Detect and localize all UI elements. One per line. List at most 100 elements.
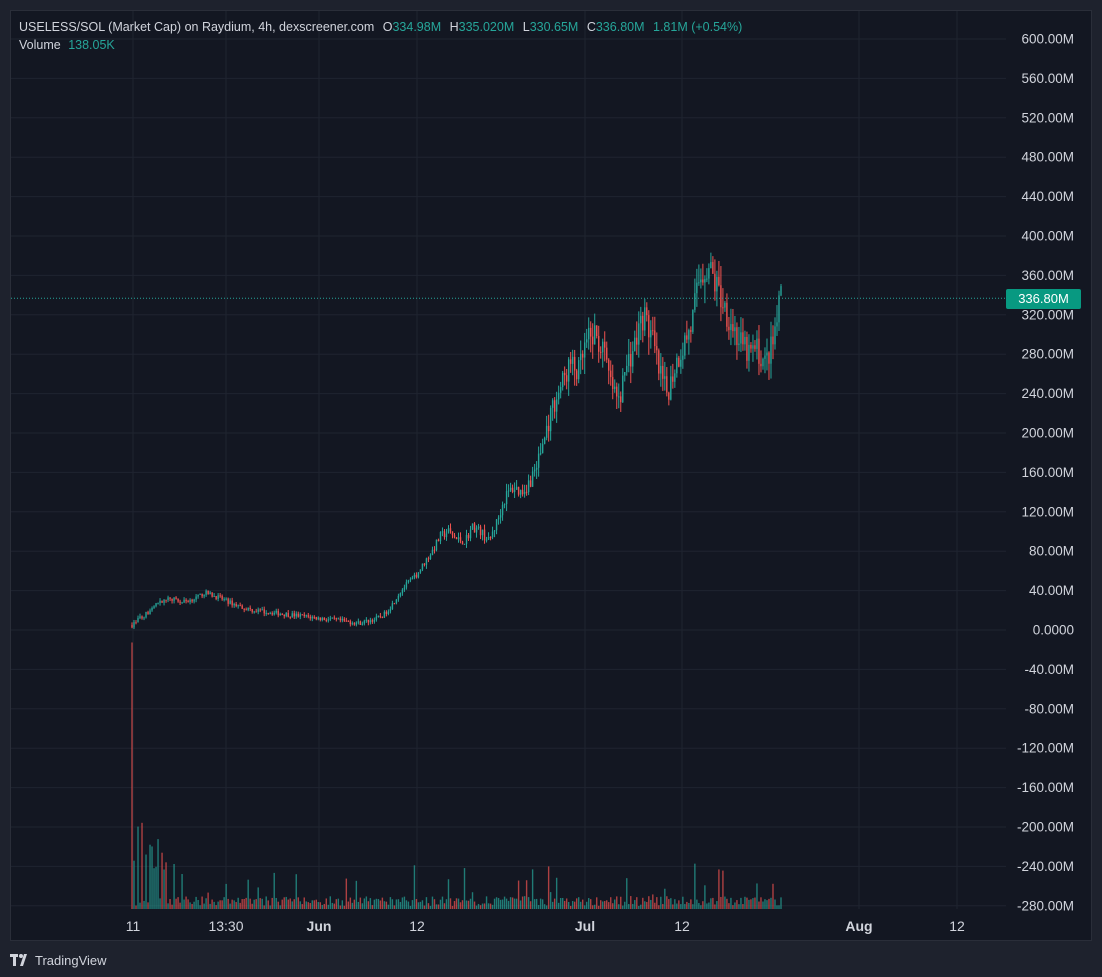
- candle-body: [353, 623, 356, 625]
- volume-bar: [626, 878, 628, 909]
- volume-bar: [527, 897, 530, 909]
- volume-bar: [283, 897, 285, 909]
- candle-body: [734, 327, 736, 332]
- volume-bar: [331, 902, 334, 909]
- candle-body: [704, 279, 706, 283]
- candle-body: [325, 619, 327, 621]
- volume-bar: [317, 902, 319, 909]
- y-tick-label: 240.00M: [1021, 386, 1074, 401]
- candle-body: [583, 342, 586, 358]
- candle-body: [185, 599, 187, 602]
- volume-bar: [612, 903, 614, 909]
- candle-body: [485, 539, 488, 541]
- y-tick-label: 160.00M: [1021, 465, 1074, 480]
- volume-bar: [453, 901, 456, 909]
- price-axis[interactable]: 600.00M 560.00M 520.00M 480.00M 440.00M 400.0…: [1017, 32, 1074, 914]
- high-label: H: [449, 20, 459, 34]
- volume-bar: [337, 898, 340, 909]
- volume-bar: [423, 905, 426, 909]
- volume-bar: [722, 870, 724, 909]
- y-tick-label: -80.00M: [1024, 701, 1074, 716]
- volume-bar: [738, 904, 740, 909]
- candle-body: [381, 616, 384, 618]
- volume-bar: [758, 901, 760, 909]
- candle-body: [614, 386, 616, 389]
- volume-bar: [762, 901, 764, 909]
- volume-bar: [610, 897, 612, 909]
- candle-body: [752, 345, 754, 349]
- candle-body: [305, 615, 307, 617]
- candle-body: [215, 595, 217, 599]
- chart-canvas[interactable]: 600.00M 560.00M 520.00M 480.00M 440.00M 400.0…: [11, 11, 1091, 940]
- candle-body: [624, 372, 626, 376]
- x-tick-label: Jul: [575, 918, 595, 934]
- candle-body: [656, 346, 658, 351]
- candle-body: [684, 335, 686, 356]
- volume-bar: [471, 892, 474, 909]
- candle-body: [738, 343, 740, 345]
- volume-bar: [754, 897, 756, 909]
- candle-body: [746, 336, 748, 361]
- volume-bar: [441, 896, 444, 909]
- volume-bar: [413, 865, 416, 909]
- volume-bar: [209, 903, 211, 909]
- volume-bar: [676, 903, 678, 909]
- y-tick-label: -40.00M: [1024, 662, 1074, 677]
- chart-frame[interactable]: 600.00M 560.00M 520.00M 480.00M 440.00M 400.0…: [10, 10, 1092, 941]
- volume-bar: [646, 901, 648, 909]
- candle-body: [279, 614, 281, 616]
- volume-bar: [682, 896, 684, 909]
- candle-body: [770, 336, 772, 364]
- volume-bar: [281, 899, 283, 909]
- candle-body: [668, 392, 670, 400]
- candle-body: [567, 359, 570, 382]
- volume-bar: [503, 896, 506, 909]
- x-tick-label: 13:30: [208, 918, 243, 934]
- volume-bar: [734, 902, 736, 909]
- time-axis[interactable]: 11 13:30 Jun 12 Jul 12 Aug 12: [126, 918, 965, 934]
- y-tick-label: 560.00M: [1021, 71, 1074, 86]
- candle-body: [297, 613, 299, 617]
- tradingview-attribution[interactable]: TradingView: [10, 950, 107, 970]
- volume-bar: [183, 899, 185, 909]
- volume-bar: [644, 901, 646, 909]
- candle-body: [327, 619, 330, 621]
- candle-body: [351, 623, 354, 625]
- volume-bar: [457, 898, 460, 909]
- volume-bar: [187, 899, 189, 909]
- volume-bar: [772, 883, 774, 909]
- candle-body: [638, 323, 640, 345]
- candle-body: [531, 471, 534, 487]
- candle-body: [385, 611, 388, 615]
- volume-bar: [529, 901, 532, 909]
- volume-bar: [618, 904, 620, 909]
- volume-bar: [215, 905, 217, 909]
- candle-body: [650, 330, 652, 338]
- candle-body: [261, 609, 263, 611]
- volume-bar: [780, 897, 782, 909]
- volume-bar: [327, 904, 330, 909]
- candle-body: [163, 599, 165, 603]
- candle-body: [171, 598, 173, 601]
- volume-bar: [241, 899, 243, 909]
- candle-body: [483, 529, 486, 541]
- candle-body: [319, 617, 321, 621]
- candle-body: [479, 526, 482, 536]
- volume-bar: [750, 899, 752, 909]
- volume-bar: [159, 898, 161, 909]
- candle-body: [405, 582, 408, 588]
- candle-body: [365, 619, 368, 621]
- volume-bar: [259, 898, 261, 909]
- y-tick-label: -200.00M: [1017, 820, 1074, 835]
- volume-bar: [447, 879, 450, 909]
- volume-bar: [459, 902, 462, 909]
- candle-body: [764, 355, 766, 359]
- candle-body: [718, 276, 720, 286]
- candle-body: [616, 386, 618, 397]
- candle-body: [634, 337, 636, 352]
- candle-body: [359, 621, 362, 625]
- candle-body: [373, 619, 376, 622]
- volume-bar: [195, 896, 197, 909]
- y-tick-label: 400.00M: [1021, 229, 1074, 244]
- volume-bar: [708, 902, 710, 909]
